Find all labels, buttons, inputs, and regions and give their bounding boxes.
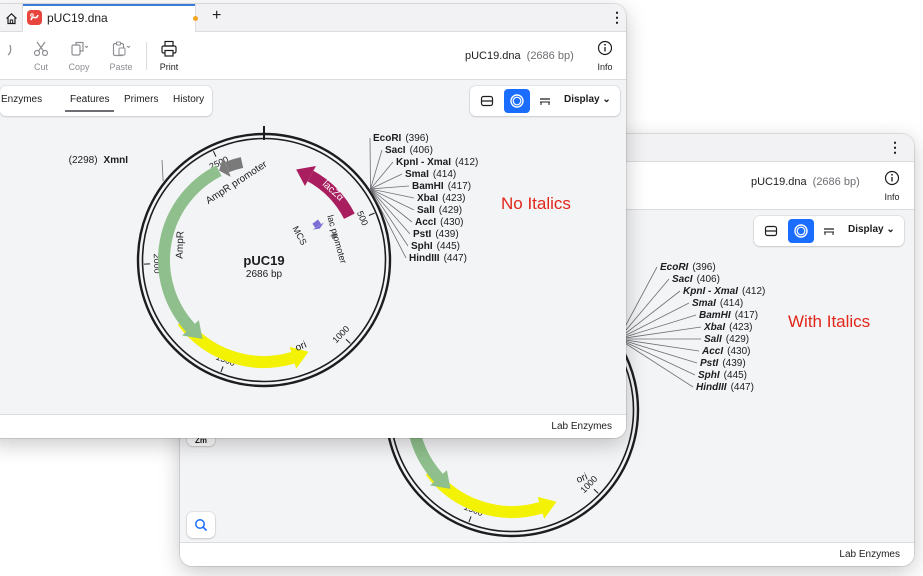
feature-ampr-promoter[interactable] (224, 157, 244, 173)
tick-2500 (212, 150, 217, 157)
back-seq-length: (2686 bp) (812, 176, 860, 188)
toolbar-divider (146, 42, 147, 70)
feature-mcs[interactable] (312, 219, 322, 228)
enzyme-label-acci[interactable]: AccI (430) (701, 346, 750, 357)
feature-label-mcs: MCS (291, 224, 309, 246)
tab-title: pUC19.dna (47, 11, 108, 25)
tick-1500 (468, 516, 472, 523)
cut-label: Cut (33, 62, 48, 72)
info-icon (884, 170, 900, 186)
front-seq-name: pUC19.dna (465, 50, 521, 62)
plasmid-length: 2686 bp (246, 269, 283, 280)
enzyme-label-xbai[interactable]: XbaI (423) (417, 193, 465, 204)
front-info-label: Info (597, 62, 613, 72)
unsaved-dot (193, 16, 198, 21)
print-icon (161, 40, 177, 57)
back-status-bar: Lab Enzymes (180, 542, 914, 566)
copy-label: Copy (68, 62, 90, 72)
plasmid-name: pUC19 (243, 253, 284, 268)
front-enzyme-labels: EcoRI (396)SacI (406)KpnI - XmaI (412)SmaI(… (69, 133, 479, 264)
home-icon (5, 12, 17, 24)
undo-button[interactable]: do (0, 32, 22, 80)
front-seq-length: (2686 bp) (526, 50, 574, 62)
cut-icon (33, 41, 49, 57)
front-status-bar: Lab Enzymes (0, 414, 626, 438)
enzyme-label-smai[interactable]: SmaI (414) (405, 169, 456, 180)
back-enzyme-labels: EcoRI (396)SacI (406)KpnI - XmaI (412)SmaI(… (618, 262, 765, 393)
front-tab-bar: pUC19.dna + ⋮ (0, 4, 626, 32)
no-italics-note: No Italics (501, 194, 571, 213)
enzyme-leader-saci (618, 278, 670, 340)
tick-500 (368, 212, 375, 216)
app-icon (27, 10, 42, 25)
enzyme-label-bamhi[interactable]: BamHI (417) (699, 310, 758, 321)
front-toolbar: do Cut Copy Paste Print pUC19.dna (2686 b… (0, 32, 626, 80)
enzyme-label-saci[interactable]: SacI (406) (385, 145, 433, 156)
tick-1000 (345, 338, 351, 344)
copy-button[interactable]: Copy (59, 32, 99, 80)
tick-1000 (593, 488, 599, 494)
enzyme-label-sphi[interactable]: SphI (445) (411, 241, 460, 252)
back-status-label: Lab Enzymes (839, 549, 900, 560)
undo-icon (7, 44, 12, 56)
enzyme-label-hindiii[interactable]: HindIII (447) (409, 253, 467, 264)
enzyme-label-sphi[interactable]: SphI (445) (698, 370, 747, 381)
home-button[interactable] (0, 8, 22, 28)
xmni-leader (161, 159, 164, 182)
enzyme-leader-saci (370, 149, 383, 190)
enzyme-label-ecori[interactable]: EcoRI (396) (660, 262, 716, 273)
print-label: Print (159, 62, 179, 72)
back-seq-name: pUC19.dna (751, 176, 807, 188)
front-sequence-title: pUC19.dna (2686 bp) (465, 50, 574, 62)
enzyme-label-saci[interactable]: SacI (406) (672, 274, 720, 285)
enzyme-label-acci[interactable]: AccI (430) (415, 217, 463, 228)
front-info-button[interactable]: Info (589, 36, 621, 76)
front-plasmid-map: 5001000150020002500 lacZαoriAmpRAmpR pro… (69, 126, 479, 388)
print-button[interactable]: Print (149, 32, 189, 80)
tick-1500 (220, 366, 224, 373)
back-info-label: Info (884, 192, 900, 202)
enzyme-label-kpni-xmai[interactable]: KpnI - XmaI (412) (396, 157, 478, 168)
enzyme-leader-bamhi (618, 314, 697, 340)
enzyme-label-sali[interactable]: SalI (429) (417, 205, 462, 216)
document-tab[interactable]: pUC19.dna (22, 4, 198, 32)
enzyme-label-bamhi[interactable]: BamHI (417) (412, 181, 471, 192)
enzyme-leader-kpni-xmai (370, 161, 394, 190)
enzyme-label-hindiii[interactable]: HindIII (447) (696, 382, 754, 393)
tick-label-500: 500 (355, 209, 370, 227)
with-italics-note: With Italics (788, 312, 871, 331)
enzyme-label-ecori[interactable]: EcoRI (396) (373, 133, 429, 144)
info-icon (597, 40, 613, 56)
more-vertical-icon[interactable]: ⋮ (888, 140, 902, 154)
front-window: pUC19.dna + ⋮ do Cut Copy Paste Print pU… (0, 4, 626, 438)
enzyme-leader-psti (618, 338, 698, 364)
plus-icon[interactable]: + (212, 7, 221, 25)
front-status-label: Lab Enzymes (551, 421, 612, 432)
cut-button[interactable]: Cut (21, 32, 61, 80)
paste-button[interactable]: Paste (101, 32, 141, 80)
paste-label: Paste (109, 62, 133, 72)
back-sequence-title: pUC19.dna (2686 bp) (751, 176, 860, 188)
enzyme-leader-sphi (370, 188, 409, 247)
back-info-button[interactable]: Info (876, 166, 908, 206)
front-center-label: pUC19 2686 bp (243, 253, 284, 280)
enzyme-label-xmni[interactable]: (2298) XmnI (69, 155, 129, 166)
copy-icon (71, 41, 89, 56)
enzyme-label-kpni-xmai[interactable]: KpnI - XmaI (412) (683, 286, 765, 297)
front-map-canvas: Enzymes Features Primers History Display… (0, 80, 626, 414)
enzyme-label-psti[interactable]: PstI (439) (413, 229, 459, 240)
more-vertical-icon[interactable]: ⋮ (610, 10, 624, 24)
paste-icon (112, 41, 131, 57)
enzyme-label-smai[interactable]: SmaI (414) (692, 298, 743, 309)
feature-label-lac-promoter: lac promoter (325, 214, 348, 265)
enzyme-label-xbai[interactable]: XbaI (423) (703, 322, 752, 333)
feature-label-ampr: AmpR (175, 231, 187, 259)
enzyme-label-psti[interactable]: PstI (439) (700, 358, 746, 369)
enzyme-label-sali[interactable]: SalI (429) (704, 334, 749, 345)
